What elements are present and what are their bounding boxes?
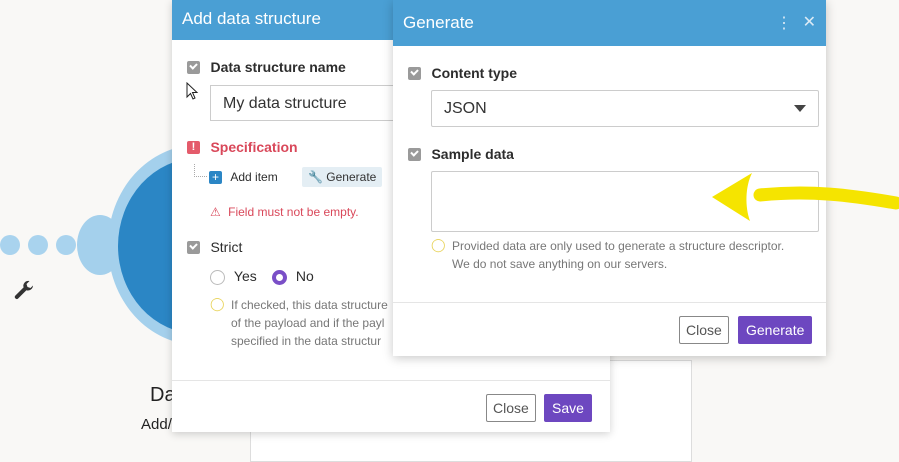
mouse-cursor-icon [186, 81, 200, 107]
caret-down-icon [794, 105, 806, 112]
connector-dot [28, 235, 48, 255]
strict-yes-option[interactable]: Yes [210, 268, 257, 285]
dialog-footer: Close Save [172, 380, 610, 433]
generate-header: Generate ⋮ ✕ [393, 0, 826, 46]
module-subtitle: Add/ [141, 416, 172, 433]
yes-label: Yes [233, 268, 257, 284]
content-type-label: Content type [431, 65, 518, 81]
bulb-icon: ◯ [210, 296, 225, 311]
radio-yes[interactable] [210, 269, 225, 285]
error-text: Field must not be empty. [228, 205, 359, 219]
strict-no-option[interactable]: No [272, 268, 314, 285]
hint-line: If checked, this data structure [231, 298, 388, 312]
wrench-icon: 🔧 [308, 170, 323, 184]
error-icon: ! [187, 141, 200, 155]
hint-line: of the payload and if the payl [231, 316, 385, 330]
close-icon[interactable]: ✕ [803, 12, 816, 32]
generate-title: Generate [403, 13, 474, 32]
strict-hint: ◯ If checked, this data structure of the… [210, 296, 388, 350]
spec-label: Specification [210, 139, 298, 155]
generate-button[interactable]: Generate [738, 316, 813, 344]
checkbox-icon[interactable] [408, 67, 421, 81]
tree-line [194, 164, 207, 177]
generate-chip[interactable]: 🔧 Generate [302, 167, 383, 187]
kebab-menu-icon[interactable]: ⋮ [776, 13, 792, 33]
close-button[interactable]: Close [486, 394, 536, 422]
content-type-row: Content type [408, 65, 517, 83]
warning-icon: ⚠ [210, 205, 221, 219]
connector-dots [0, 235, 76, 255]
checkbox-icon[interactable] [408, 148, 421, 162]
hint-line: Provided data are only used to generate … [452, 239, 785, 253]
save-button[interactable]: Save [544, 394, 592, 422]
wrench-icon[interactable] [12, 279, 36, 309]
sample-data-row: Sample data [408, 146, 514, 164]
checkbox-icon[interactable] [187, 241, 200, 255]
generate-footer: Close Generate [393, 302, 826, 357]
connector-dot [56, 235, 76, 255]
name-input[interactable]: My data structure [210, 85, 410, 121]
name-label: Data structure name [210, 59, 346, 75]
sample-data-hint: ◯ Provided data are only used to generat… [431, 237, 784, 273]
connector-dot [0, 235, 20, 255]
generate-chip-label: Generate [326, 170, 377, 184]
spec-row: ! Specification [187, 139, 298, 157]
bulb-icon: ◯ [431, 237, 446, 252]
content-type-select[interactable]: JSON [431, 90, 819, 127]
checkbox-icon[interactable] [187, 61, 200, 75]
strict-label: Strict [210, 239, 243, 255]
generate-close-button[interactable]: Close [679, 316, 729, 344]
add-item-label: Add item [230, 170, 278, 184]
annotation-arrow-icon [712, 173, 899, 221]
plus-icon: + [209, 171, 222, 185]
hint-line: specified in the data structur [231, 334, 382, 348]
name-field-row: Data structure name [187, 59, 346, 77]
sample-data-label: Sample data [431, 146, 514, 162]
content-type-value: JSON [444, 100, 487, 117]
no-label: No [295, 268, 314, 284]
strict-row: Strict [187, 239, 242, 257]
add-item-button[interactable]: + Add item [209, 170, 278, 185]
validation-error: ⚠ Field must not be empty. [210, 205, 359, 219]
radio-no[interactable] [272, 269, 287, 285]
hint-line: We do not save anything on our servers. [452, 257, 668, 271]
